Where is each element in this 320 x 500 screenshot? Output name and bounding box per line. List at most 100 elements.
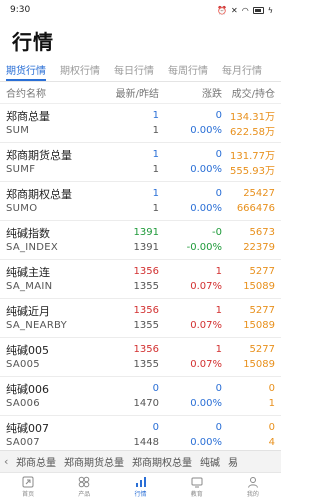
- quick-item[interactable]: 郑商总量: [16, 454, 56, 469]
- open-interest: 22379: [243, 242, 275, 253]
- nav-profile[interactable]: 我的: [225, 473, 281, 500]
- nav-profile-label: 我的: [246, 490, 259, 498]
- quick-item[interactable]: 易: [228, 454, 238, 469]
- chevron-left-icon[interactable]: ‹: [4, 455, 16, 468]
- last-price: 1: [152, 110, 159, 121]
- price-change: -0: [212, 227, 222, 238]
- header-name[interactable]: 合约名称: [6, 85, 101, 100]
- mute-icon: ✕: [231, 5, 238, 15]
- tab-monthly[interactable]: 每月行情: [222, 62, 262, 81]
- nav-home-label: 首页: [22, 490, 35, 498]
- price-change: 0: [215, 422, 222, 433]
- open-interest: 4: [268, 437, 275, 448]
- user-icon: [246, 476, 260, 489]
- contract-code: SA007: [6, 437, 40, 448]
- page-title: 行情: [12, 29, 54, 54]
- volume: 5277: [249, 266, 275, 277]
- header-change[interactable]: 涨跌: [159, 85, 222, 100]
- price-change: 0: [215, 188, 222, 199]
- prev-settle: 1355: [133, 281, 159, 292]
- last-price: 1356: [133, 266, 159, 277]
- contract-code: SA_INDEX: [6, 242, 59, 253]
- prev-settle: 1: [152, 125, 159, 136]
- open-interest: 1: [268, 398, 275, 409]
- products-icon: [77, 476, 91, 489]
- contract-name: 纯碱主连: [6, 265, 50, 279]
- tab-futures[interactable]: 期货行情: [6, 62, 46, 81]
- tab-weekly[interactable]: 每周行情: [168, 62, 208, 81]
- change-percent: 0.00%: [190, 164, 222, 175]
- change-percent: 0.00%: [190, 125, 222, 136]
- prev-settle: 1: [152, 164, 159, 175]
- contract-code: SUMF: [6, 164, 36, 175]
- contract-name: 纯碱007: [6, 421, 49, 435]
- volume: 25427: [243, 188, 275, 199]
- volume: 131.77万: [230, 151, 275, 162]
- last-price: 0: [152, 383, 159, 394]
- education-icon: [190, 476, 204, 489]
- volume: 5277: [249, 305, 275, 316]
- contract-code: SUMO: [6, 203, 38, 214]
- tab-bar: 期货行情 期权行情 每日行情 每周行情 每月行情: [0, 60, 281, 82]
- nav-education[interactable]: 教育: [169, 473, 225, 500]
- price-change: 0: [215, 110, 222, 121]
- change-percent: 0.00%: [190, 203, 222, 214]
- contract-name: 郑商期货总量: [6, 148, 72, 162]
- volume: 0: [268, 383, 275, 394]
- change-percent: 0.07%: [190, 320, 222, 331]
- tab-daily[interactable]: 每日行情: [114, 62, 154, 81]
- alarm-icon: ⏰: [217, 5, 228, 15]
- volume: 0: [268, 422, 275, 433]
- quote-row[interactable]: 纯碱005 1356 1 5277 SA005 1355 0.07% 15089: [0, 338, 281, 377]
- quote-row[interactable]: 纯碱主连 1356 1 5277 SA_MAIN 1355 0.07% 1508…: [0, 260, 281, 299]
- quote-row[interactable]: 纯碱近月 1356 1 5277 SA_NEARBY 1355 0.07% 15…: [0, 299, 281, 338]
- home-icon: [21, 476, 35, 489]
- status-time: 9:30: [10, 5, 31, 15]
- header-price[interactable]: 最新/昨结: [101, 85, 159, 100]
- contract-code: SA_MAIN: [6, 281, 53, 292]
- change-percent: 0.07%: [190, 359, 222, 370]
- nav-market[interactable]: 行情: [112, 473, 168, 500]
- open-interest: 15089: [243, 320, 275, 331]
- quote-row[interactable]: 郑商期权总量 1 0 25427 SUMO 1 0.00% 666476: [0, 182, 281, 221]
- quote-row[interactable]: 纯碱指数 1391 -0 5673 SA_INDEX 1391 -0.00% 2…: [0, 221, 281, 260]
- status-bar: 9:30 ⏰ ✕ ◠ ϟ: [0, 0, 281, 20]
- last-price: 1: [152, 149, 159, 160]
- contract-name: 纯碱005: [6, 343, 49, 357]
- change-percent: 0.07%: [190, 281, 222, 292]
- change-percent: 0.00%: [190, 437, 222, 448]
- tab-options[interactable]: 期权行情: [60, 62, 100, 81]
- quote-row[interactable]: 郑商总量 1 0 134.31万 SUM 1 0.00% 622.58万: [0, 104, 281, 143]
- battery-icon: [252, 6, 264, 14]
- quick-scroll-bar: ‹ 郑商总量 郑商期货总量 郑商期权总量 纯碱 易: [0, 450, 281, 472]
- market-chart-icon: [134, 476, 148, 489]
- quote-row[interactable]: 郑商期货总量 1 0 131.77万 SUMF 1 0.00% 555.93万: [0, 143, 281, 182]
- contract-name: 纯碱指数: [6, 226, 50, 240]
- price-change: 1: [215, 344, 222, 355]
- nav-home[interactable]: 首页: [0, 473, 56, 500]
- charging-icon: ϟ: [267, 5, 273, 15]
- price-change: 0: [215, 149, 222, 160]
- last-price: 1391: [133, 227, 159, 238]
- nav-education-label: 教育: [190, 490, 203, 498]
- quick-item[interactable]: 郑商期权总量: [132, 454, 192, 469]
- quote-list: 郑商总量 1 0 134.31万 SUM 1 0.00% 622.58万 郑商期…: [0, 104, 281, 450]
- quick-item[interactable]: 郑商期货总量: [64, 454, 124, 469]
- quick-item[interactable]: 纯碱: [200, 454, 220, 469]
- contract-code: SA_NEARBY: [6, 320, 68, 331]
- price-change: 1: [215, 305, 222, 316]
- nav-products[interactable]: 产品: [56, 473, 112, 500]
- header-volume[interactable]: 成交/持仓: [222, 85, 275, 100]
- prev-settle: 1470: [133, 398, 159, 409]
- change-percent: -0.00%: [186, 242, 222, 253]
- quote-row[interactable]: 纯碱006 0 0 0 SA006 1470 0.00% 1: [0, 377, 281, 416]
- last-price: 1: [152, 188, 159, 199]
- last-price: 0: [152, 422, 159, 433]
- contract-name: 郑商期权总量: [6, 187, 72, 201]
- contract-name: 纯碱近月: [6, 304, 50, 318]
- contract-code: SA005: [6, 359, 40, 370]
- price-change: 0: [215, 383, 222, 394]
- prev-settle: 1355: [133, 320, 159, 331]
- price-change: 1: [215, 266, 222, 277]
- quote-row[interactable]: 纯碱007 0 0 0 SA007 1448 0.00% 4: [0, 416, 281, 450]
